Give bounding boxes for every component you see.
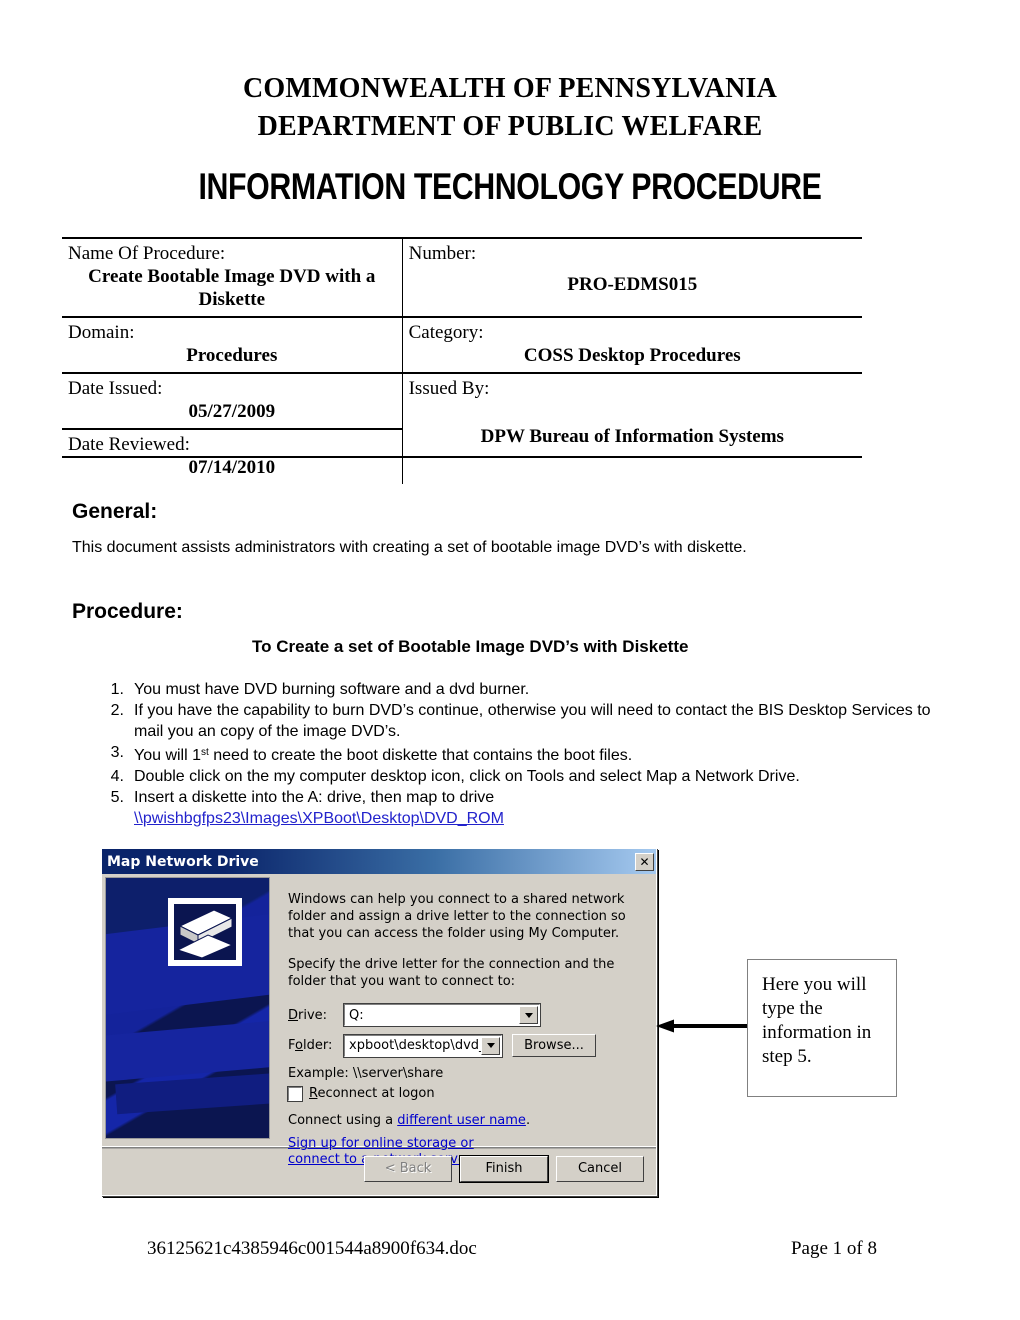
cell-issued-by: Issued By: DPW Bureau of Information Sys… [402, 372, 862, 484]
reconnect-checkbox-row[interactable]: Reconnect at logon [287, 1085, 646, 1102]
folder-label: Folder: [288, 1038, 333, 1053]
step-number: 2. [110, 702, 124, 719]
value-issued-by: DPW Bureau of Information Systems [480, 426, 784, 447]
table-row-name-number: Name Of Procedure: Create Bootable Image… [62, 237, 862, 317]
unc-path-link[interactable]: \\pwishbgfps23\Images\XPBoot\Desktop\DVD… [134, 810, 504, 827]
dialog-title: Map Network Drive [107, 853, 259, 870]
illustration-shape-2 [106, 1018, 269, 1084]
org-line-2: DEPARTMENT OF PUBLIC WELFARE [257, 111, 763, 142]
list-item: 3. You will 1st need to create the boot … [104, 742, 934, 766]
dialog-body: Windows can help you connect to a shared… [102, 874, 656, 1167]
different-user-name-link[interactable]: different user name [397, 1113, 526, 1128]
cell-date-issued: Date Issued: 05/27/2009 [62, 372, 403, 429]
reconnect-label: Reconnect at logon [309, 1086, 435, 1101]
network-drive-icon [168, 898, 242, 966]
step-text: You must have DVD burning software and a… [134, 681, 530, 698]
value-number: PRO-EDMS015 [567, 274, 698, 295]
value-date-issued: 05/27/2009 [188, 401, 276, 422]
table-bottom-rule [62, 456, 862, 458]
label-category: Category: [408, 322, 484, 343]
drive-glyph-icon [176, 909, 234, 959]
drive-label: Drive: [288, 1007, 328, 1023]
folder-select[interactable]: xpboot\desktop\dvd_rom [343, 1033, 503, 1058]
connect-prefix: Connect using a [288, 1113, 398, 1128]
step-number: 3. [110, 744, 124, 761]
dialog-paragraph-2: Specify the drive letter for the connect… [288, 957, 615, 989]
chevron-down-icon[interactable] [481, 1036, 500, 1055]
label-name-of-procedure: Name Of Procedure: [68, 243, 226, 264]
finish-button[interactable]: Finish [459, 1154, 549, 1183]
example-path-text: Example: \\server\share [288, 1066, 444, 1081]
cell-name-of-procedure: Name Of Procedure: Create Bootable Image… [62, 237, 403, 317]
footer-filename: 36125621c4385946c001544a8900f634.doc [147, 1238, 477, 1259]
back-button-label: < Back [384, 1161, 432, 1176]
procedure-info-table: Name Of Procedure: Create Bootable Image… [62, 237, 862, 484]
procedure-steps-list: 1. You must have DVD burning software an… [104, 679, 934, 829]
org-line-1: COMMONWEALTH OF PENNSYLVANIA [242, 73, 778, 104]
network-drive-icon-inner [174, 904, 236, 960]
browse-button-label: Browse... [524, 1038, 584, 1053]
list-item: 5. Insert a diskette into the A: drive, … [104, 787, 934, 829]
value-category: COSS Desktop Procedures [523, 345, 741, 366]
callout-box: Here you will type the information in st… [747, 959, 897, 1097]
connect-using-line: Connect using a different user name. [288, 1112, 646, 1129]
value-date-reviewed: 07/14/2010 [188, 457, 276, 478]
label-date-issued: Date Issued: [68, 378, 163, 399]
step-text: Insert a diskette into the A: drive, the… [134, 789, 495, 806]
drive-select[interactable]: Q: [343, 1003, 541, 1027]
step-text: If you have the capability to burn DVD’s… [134, 702, 931, 740]
procedure-subtitle: To Create a set of Bootable Image DVD’s … [252, 637, 689, 656]
drive-value: Q: [349, 1007, 364, 1023]
dialog-paragraph-1: Windows can help you connect to a shared… [288, 892, 626, 941]
browse-button[interactable]: Browse... [512, 1034, 596, 1057]
document-footer: 36125621c4385946c001544a8900f634.doc Pag… [147, 1238, 877, 1260]
list-item: 1. You must have DVD burning software an… [104, 679, 934, 700]
cell-category: Category: COSS Desktop Procedures [402, 316, 862, 373]
finish-button-label: Finish [485, 1161, 523, 1176]
dialog-content: Windows can help you connect to a shared… [270, 877, 656, 1167]
step-text-after: need to create the boot diskette that co… [208, 747, 633, 764]
step-number: 4. [110, 768, 124, 785]
callout-arrow-icon [656, 1019, 748, 1033]
folder-value: xpboot\desktop\dvd_rom [349, 1038, 481, 1053]
cell-domain: Domain: Procedures [62, 316, 403, 373]
callout-text: Here you will type the information in st… [762, 974, 872, 1067]
document-header: COMMONWEALTH OF PENNSYLVANIA DEPARTMENT … [0, 0, 1020, 208]
label-domain: Domain: [68, 322, 135, 343]
list-item: 4. Double click on the my computer deskt… [104, 766, 934, 787]
step-text: Double click on the my computer desktop … [134, 768, 800, 785]
list-item: 2. If you have the capability to burn DV… [104, 700, 934, 742]
folder-field-row: Folder: xpboot\desktop\dvd_rom Browse... [288, 1033, 646, 1058]
value-domain: Procedures [186, 345, 278, 366]
back-button[interactable]: < Back [364, 1155, 452, 1182]
label-number: Number: [408, 243, 477, 264]
label-issued-by: Issued By: [408, 378, 490, 399]
general-body-text: This document assists administrators wit… [72, 539, 747, 556]
step-text-before: You will 1 [134, 747, 202, 764]
chevron-down-icon[interactable] [519, 1006, 538, 1024]
procedure-heading: Procedure: [72, 600, 183, 623]
drive-field-row: Drive: Q: [288, 1003, 646, 1027]
value-name-of-procedure: Create Bootable Image DVD with a Diskett… [88, 266, 376, 310]
label-date-reviewed: Date Reviewed: [68, 434, 190, 455]
cancel-button[interactable]: Cancel [556, 1155, 644, 1182]
close-icon[interactable]: ✕ [635, 852, 654, 871]
document-type-title: INFORMATION TECHNOLOGY PROCEDURE [198, 166, 822, 207]
dialog-title-bar[interactable]: Map Network Drive ✕ [102, 849, 656, 874]
footer-page-number: Page 1 of 8 [790, 1238, 877, 1259]
table-row-date-issued-issued-by: Date Issued: 05/27/2009 Issued By: DPW B… [62, 372, 862, 484]
general-heading: General: [72, 500, 158, 523]
map-network-drive-dialog: Map Network Drive ✕ Windows can help you… [101, 848, 657, 1196]
dialog-illustration [105, 877, 270, 1139]
table-row-domain-category: Domain: Procedures Category: COSS Deskto… [62, 316, 862, 373]
cancel-button-label: Cancel [577, 1161, 623, 1176]
connect-suffix: . [525, 1113, 531, 1128]
step-number: 1. [110, 681, 124, 698]
reconnect-checkbox[interactable] [287, 1085, 303, 1102]
cell-number: Number: PRO-EDMS015 [402, 237, 862, 317]
step-superscript: st [201, 747, 209, 758]
step-number: 5. [110, 789, 124, 806]
